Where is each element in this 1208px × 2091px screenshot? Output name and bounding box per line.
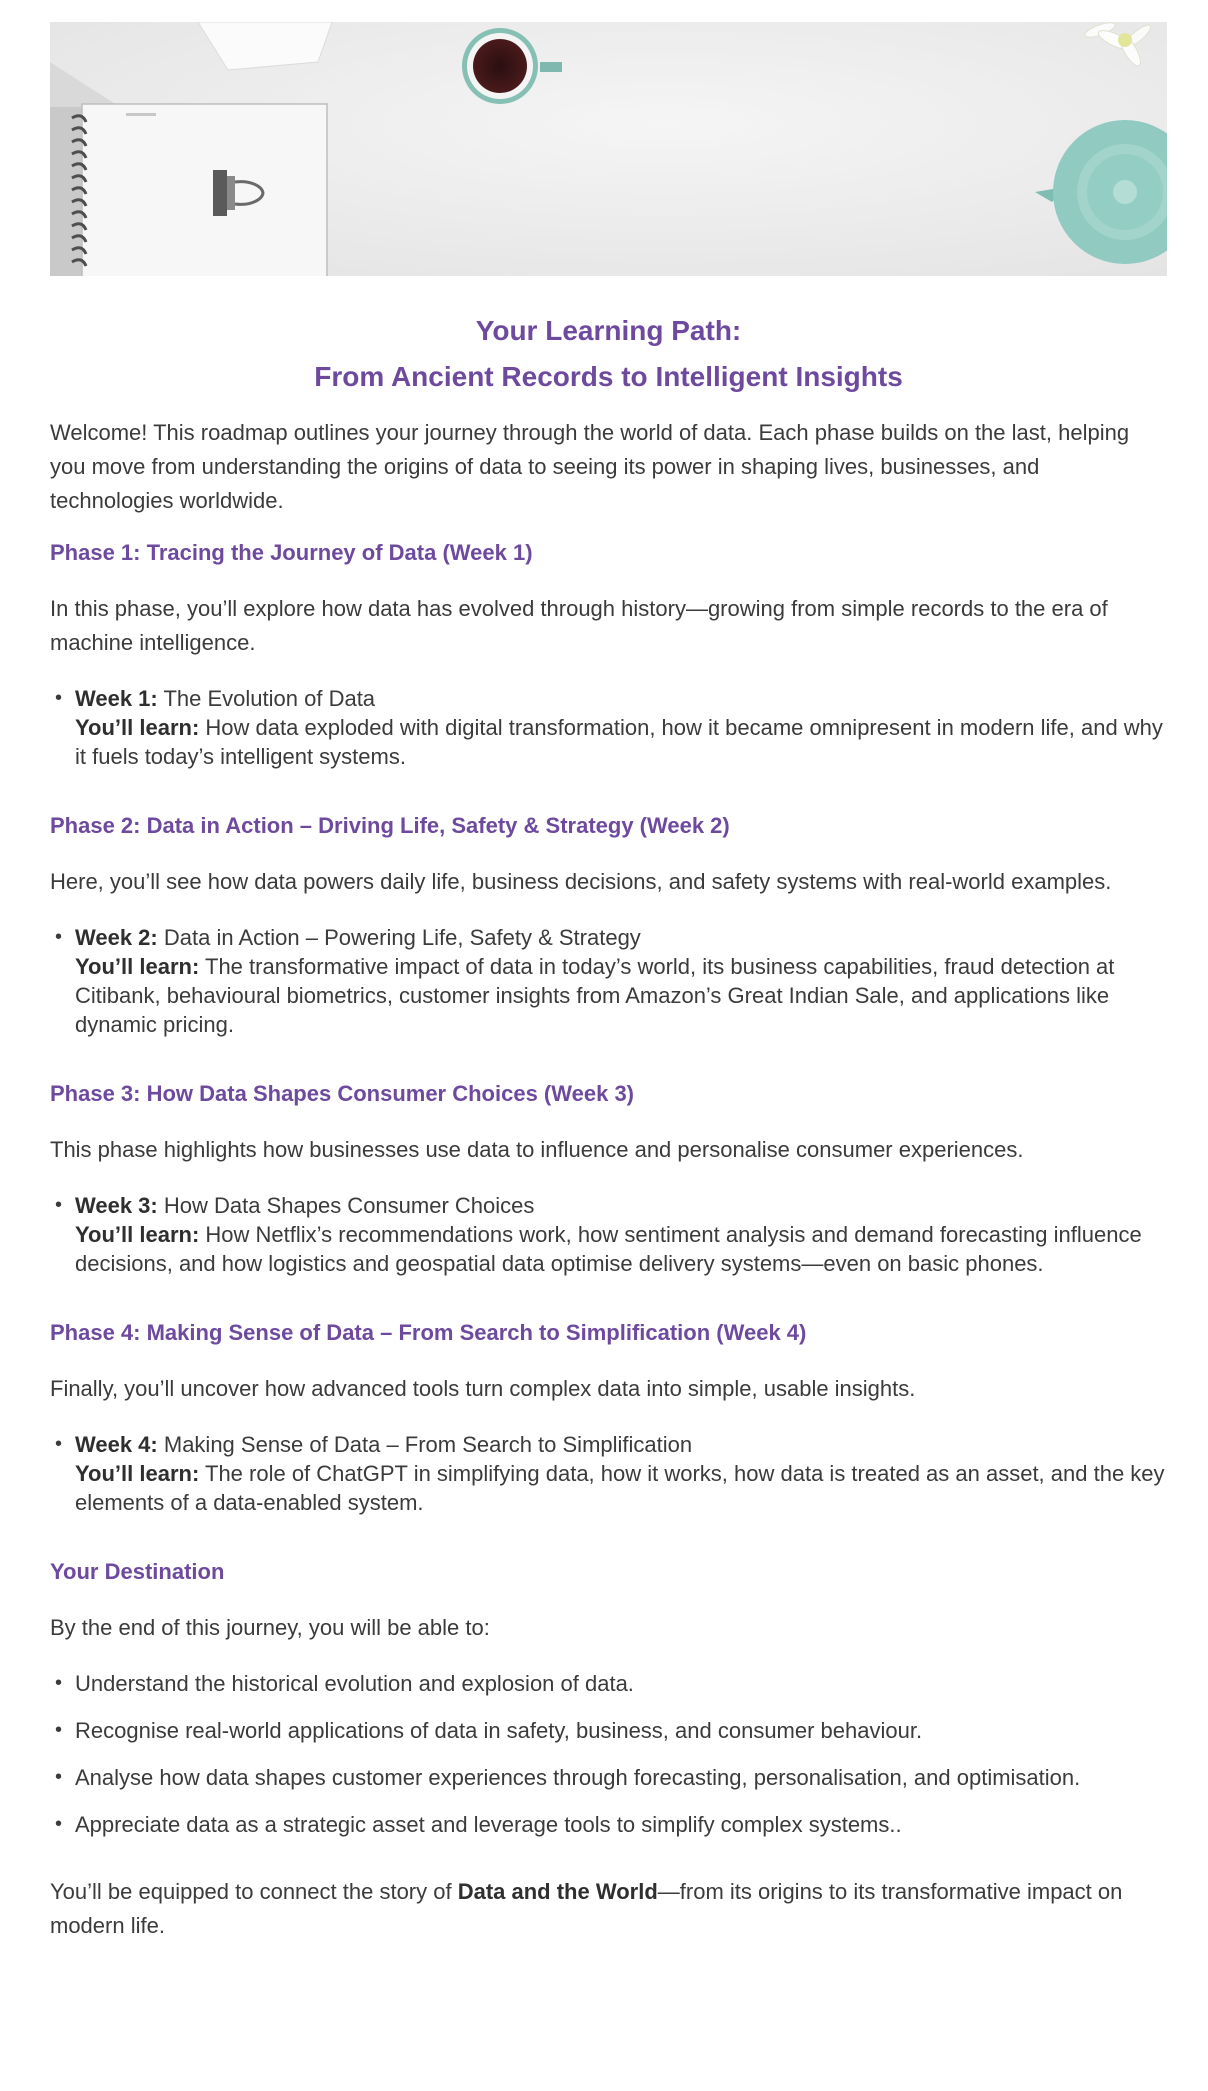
destination-lead: By the end of this journey, you will be … (50, 1615, 490, 1640)
week-label: Week 2: (75, 925, 158, 950)
destination-item: Recognise real-world applications of dat… (50, 1716, 1167, 1745)
phase-description: In this phase, you’ll explore how data h… (50, 596, 1108, 655)
phase-description: Finally, you’ll uncover how advanced too… (50, 1376, 916, 1401)
week-title: Making Sense of Data – From Search to Si… (163, 1432, 693, 1457)
outro-bold: Data and the World (457, 1879, 658, 1904)
week-item: Week 4: Making Sense of Data – From Sear… (50, 1430, 1167, 1517)
learn-label: You’ll learn: (75, 1222, 200, 1247)
title-line-1: Your Learning Path: (475, 315, 742, 346)
week-label: Week 3: (75, 1193, 158, 1218)
learn-label: You’ll learn: (75, 954, 200, 979)
phase-description: This phase highlights how businesses use… (50, 1137, 1024, 1162)
learn-line: You’ll learn: The role of ChatGPT in sim… (75, 1459, 1167, 1517)
phase-4-section: Phase 4: Making Sense of Data – From Sea… (50, 1318, 1167, 1517)
phase-2-section: Phase 2: Data in Action – Driving Life, … (50, 811, 1167, 1039)
page: Your Learning Path: From Ancient Records… (0, 0, 1208, 2091)
destination-item: Analyse how data shapes customer experie… (50, 1763, 1167, 1792)
week-item: Week 3: How Data Shapes Consumer Choices… (50, 1191, 1167, 1278)
week-list: Week 1: The Evolution of Data You’ll lea… (50, 684, 1167, 771)
destination-list: Understand the historical evolution and … (50, 1669, 1167, 1839)
page-title: Your Learning Path: From Ancient Records… (50, 308, 1167, 400)
week-list: Week 3: How Data Shapes Consumer Choices… (50, 1191, 1167, 1278)
learn-line: You’ll learn: The transformative impact … (75, 952, 1167, 1039)
week-title-line: Week 2: Data in Action – Powering Life, … (75, 923, 1167, 952)
learn-label: You’ll learn: (75, 715, 200, 740)
learn-text: How Netflix’s recommendations work, how … (75, 1222, 1142, 1276)
main-content: Your Learning Path: From Ancient Records… (50, 300, 1167, 1943)
hero-illustration (50, 22, 1167, 276)
week-title: Data in Action – Powering Life, Safety &… (163, 925, 641, 950)
week-label: Week 4: (75, 1432, 158, 1457)
phase-heading: Phase 2: Data in Action – Driving Life, … (50, 813, 730, 838)
week-list: Week 4: Making Sense of Data – From Sear… (50, 1430, 1167, 1517)
week-title: How Data Shapes Consumer Choices (163, 1193, 535, 1218)
week-title: The Evolution of Data (163, 686, 376, 711)
week-title-line: Week 3: How Data Shapes Consumer Choices (75, 1191, 1167, 1220)
destination-section: Your Destination By the end of this jour… (50, 1557, 1167, 1839)
destination-heading: Your Destination (50, 1559, 225, 1584)
phase-heading: Phase 1: Tracing the Journey of Data (We… (50, 540, 533, 565)
week-item: Week 2: Data in Action – Powering Life, … (50, 923, 1167, 1039)
week-title-line: Week 1: The Evolution of Data (75, 684, 1167, 713)
intro-paragraph: Welcome! This roadmap outlines your jour… (50, 420, 1130, 513)
phase-heading: Phase 4: Making Sense of Data – From Sea… (50, 1320, 807, 1345)
phase-description: Here, you’ll see how data powers daily l… (50, 869, 1112, 894)
week-list: Week 2: Data in Action – Powering Life, … (50, 923, 1167, 1039)
learn-line: You’ll learn: How Netflix’s recommendati… (75, 1220, 1167, 1278)
outro-paragraph: You’ll be equipped to connect the story … (50, 1875, 1167, 1943)
phase-1-section: Phase 1: Tracing the Journey of Data (We… (50, 538, 1167, 771)
learn-text: The transformative impact of data in tod… (75, 954, 1115, 1037)
week-title-line: Week 4: Making Sense of Data – From Sear… (75, 1430, 1167, 1459)
learn-label: You’ll learn: (75, 1461, 200, 1486)
phase-3-section: Phase 3: How Data Shapes Consumer Choice… (50, 1079, 1167, 1278)
learn-text: How data exploded with digital transform… (75, 715, 1163, 769)
outro-before: You’ll be equipped to connect the story … (50, 1879, 458, 1904)
title-line-2: From Ancient Records to Intelligent Insi… (314, 361, 903, 392)
hero-image (50, 22, 1167, 276)
destination-item: Understand the historical evolution and … (50, 1669, 1167, 1698)
week-label: Week 1: (75, 686, 158, 711)
week-item: Week 1: The Evolution of Data You’ll lea… (50, 684, 1167, 771)
learn-text: The role of ChatGPT in simplifying data,… (75, 1461, 1165, 1515)
phase-heading: Phase 3: How Data Shapes Consumer Choice… (50, 1081, 634, 1106)
learn-line: You’ll learn: How data exploded with dig… (75, 713, 1167, 771)
destination-item: Appreciate data as a strategic asset and… (50, 1810, 1167, 1839)
